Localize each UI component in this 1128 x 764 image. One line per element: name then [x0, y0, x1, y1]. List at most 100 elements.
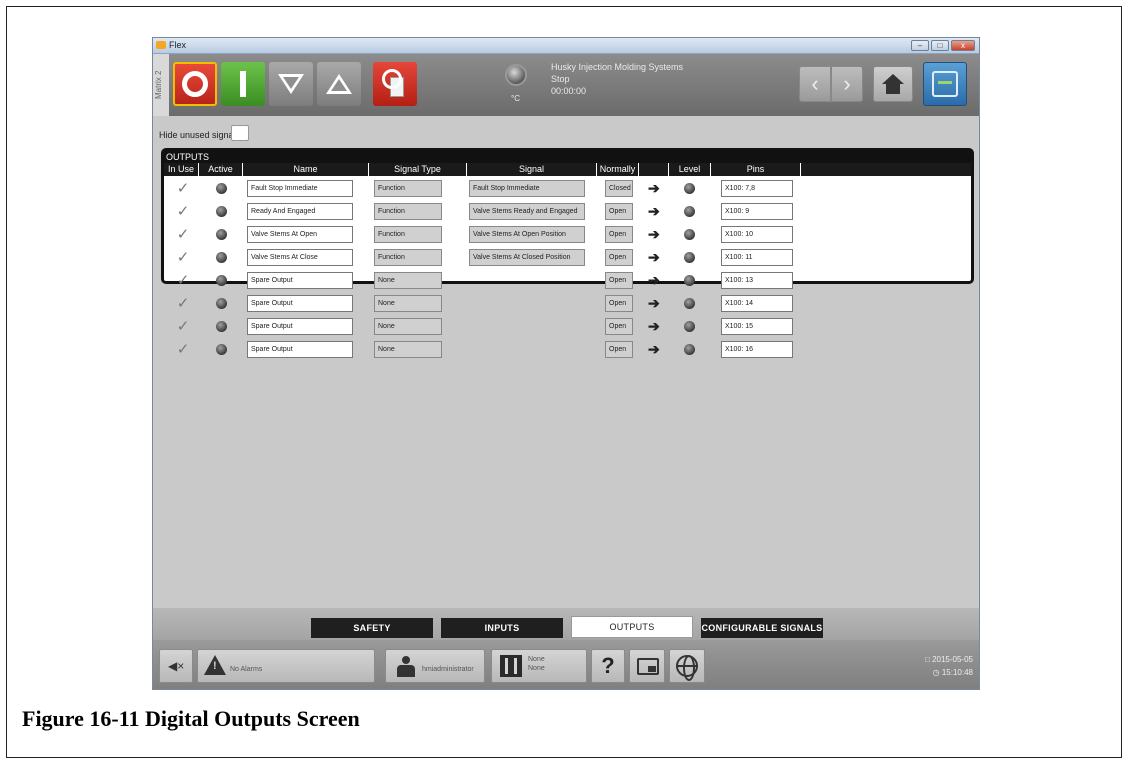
- table-row: ✓ Valve Stems At Open Function Valve Ste…: [164, 223, 971, 246]
- pins-field[interactable]: X100: 15: [721, 318, 793, 335]
- name-field[interactable]: Ready And Engaged: [247, 203, 353, 220]
- start-icon: [240, 71, 246, 97]
- close-window-button[interactable]: x: [951, 40, 975, 51]
- pins-field[interactable]: X100: 9: [721, 203, 793, 220]
- help-icon: ?: [601, 653, 615, 678]
- normally-field[interactable]: Open: [605, 226, 633, 243]
- stop-button[interactable]: [173, 62, 217, 106]
- cycle-time: 00:00:00: [551, 86, 587, 96]
- tab-configurable-signals[interactable]: CONFIGURABLE SIGNALS: [701, 618, 823, 638]
- signal-field[interactable]: Valve Stems At Closed Position: [469, 249, 585, 266]
- col-signal: Signal: [467, 163, 597, 176]
- table-row: ✓ Spare Output None Open ➔ X100: 13: [164, 269, 971, 292]
- signal-type-field[interactable]: None: [374, 341, 442, 358]
- arrow-right-icon: ➔: [648, 272, 660, 288]
- level-lamp-icon: [684, 252, 695, 263]
- increase-button[interactable]: [317, 62, 361, 106]
- signal-field[interactable]: Valve Stems Ready and Engaged: [469, 203, 585, 220]
- normally-field[interactable]: Open: [605, 203, 633, 220]
- in-use-check-icon[interactable]: ✓: [174, 249, 192, 266]
- name-field[interactable]: Valve Stems At Open: [247, 226, 353, 243]
- name-field[interactable]: Spare Output: [247, 341, 353, 358]
- mold-button[interactable]: None None: [491, 649, 587, 683]
- signal-type-field[interactable]: None: [374, 272, 442, 289]
- mute-button[interactable]: ◀×: [159, 649, 193, 683]
- next-button[interactable]: ›: [831, 66, 863, 102]
- arrow-right-icon: ➔: [648, 295, 660, 311]
- signal-type-field[interactable]: Function: [374, 226, 442, 243]
- home-button[interactable]: [873, 66, 913, 102]
- normally-field[interactable]: Open: [605, 341, 633, 358]
- level-lamp-icon: [684, 206, 695, 217]
- language-button[interactable]: [669, 649, 705, 683]
- decrease-button[interactable]: [269, 62, 313, 106]
- in-use-check-icon[interactable]: ✓: [174, 272, 192, 289]
- pins-field[interactable]: X100: 13: [721, 272, 793, 289]
- alarms-button[interactable]: ! No Alarms: [197, 649, 375, 683]
- user-button[interactable]: hmiadministrator: [385, 649, 485, 683]
- screen-transfer-button[interactable]: [923, 62, 967, 106]
- in-use-check-icon[interactable]: ✓: [174, 203, 192, 220]
- signal-field[interactable]: Fault Stop Immediate: [469, 180, 585, 197]
- start-button[interactable]: [221, 62, 265, 106]
- home-icon: [882, 74, 904, 94]
- name-field[interactable]: Spare Output: [247, 318, 353, 335]
- table-row: ✓ Valve Stems At Close Function Valve St…: [164, 246, 971, 269]
- in-use-check-icon[interactable]: ✓: [174, 341, 192, 358]
- col-name: Name: [243, 163, 369, 176]
- globe-icon: [676, 655, 698, 681]
- name-field[interactable]: Spare Output: [247, 272, 353, 289]
- active-lamp-icon: [216, 321, 227, 332]
- signal-field[interactable]: Valve Stems At Open Position: [469, 226, 585, 243]
- normally-field[interactable]: Open: [605, 318, 633, 335]
- normally-field[interactable]: Open: [605, 272, 633, 289]
- level-lamp-icon: [684, 344, 695, 355]
- name-field[interactable]: Fault Stop Immediate: [247, 180, 353, 197]
- tab-bar: SAFETY INPUTS OUTPUTS CONFIGURABLE SIGNA…: [153, 608, 979, 640]
- in-use-check-icon[interactable]: ✓: [174, 226, 192, 243]
- date-time: □ 2015-05-05 ◷ 15:10:48: [913, 653, 973, 679]
- pins-field[interactable]: X100: 10: [721, 226, 793, 243]
- tab-safety[interactable]: SAFETY: [311, 618, 433, 638]
- hide-unused-checkbox[interactable]: [231, 125, 249, 141]
- pins-field[interactable]: X100: 11: [721, 249, 793, 266]
- screenshot-button[interactable]: [629, 649, 665, 683]
- name-field[interactable]: Spare Output: [247, 295, 353, 312]
- arrow-right-icon: ➔: [648, 226, 660, 242]
- previous-button[interactable]: ‹: [799, 66, 831, 102]
- in-use-check-icon[interactable]: ✓: [174, 295, 192, 312]
- normally-field[interactable]: Open: [605, 295, 633, 312]
- triangle-down-icon: [278, 74, 304, 94]
- in-use-check-icon[interactable]: ✓: [174, 180, 192, 197]
- app-icon: [156, 41, 166, 49]
- user-icon: [396, 656, 416, 677]
- signal-type-field[interactable]: Function: [374, 203, 442, 220]
- signal-type-field[interactable]: None: [374, 295, 442, 312]
- pins-field[interactable]: X100: 16: [721, 341, 793, 358]
- maximize-button[interactable]: □: [931, 40, 949, 51]
- signal-type-field[interactable]: Function: [374, 180, 442, 197]
- triangle-up-icon: [326, 74, 352, 94]
- col-active: Active: [199, 163, 243, 176]
- pins-field[interactable]: X100: 14: [721, 295, 793, 312]
- mold-icon: [500, 655, 522, 677]
- in-use-check-icon[interactable]: ✓: [174, 318, 192, 335]
- company-name: Husky Injection Molding Systems: [551, 62, 684, 72]
- minimize-button[interactable]: –: [911, 40, 929, 51]
- normally-field[interactable]: Open: [605, 249, 633, 266]
- user-name: hmiadministrator: [422, 666, 474, 673]
- signal-type-field[interactable]: None: [374, 318, 442, 335]
- signal-type-field[interactable]: Function: [374, 249, 442, 266]
- warning-icon: !: [204, 655, 226, 675]
- tab-inputs[interactable]: INPUTS: [441, 618, 563, 638]
- mold-disable-button[interactable]: [373, 62, 417, 106]
- normally-field[interactable]: Closed: [605, 180, 633, 197]
- speaker-mute-icon: ◀×: [168, 659, 185, 673]
- name-field[interactable]: Valve Stems At Close: [247, 249, 353, 266]
- tab-outputs[interactable]: OUTPUTS: [571, 616, 693, 638]
- active-lamp-icon: [216, 229, 227, 240]
- help-button[interactable]: ?: [591, 649, 625, 683]
- active-lamp-icon: [216, 275, 227, 286]
- window-title: Flex: [169, 40, 187, 50]
- pins-field[interactable]: X100: 7,8: [721, 180, 793, 197]
